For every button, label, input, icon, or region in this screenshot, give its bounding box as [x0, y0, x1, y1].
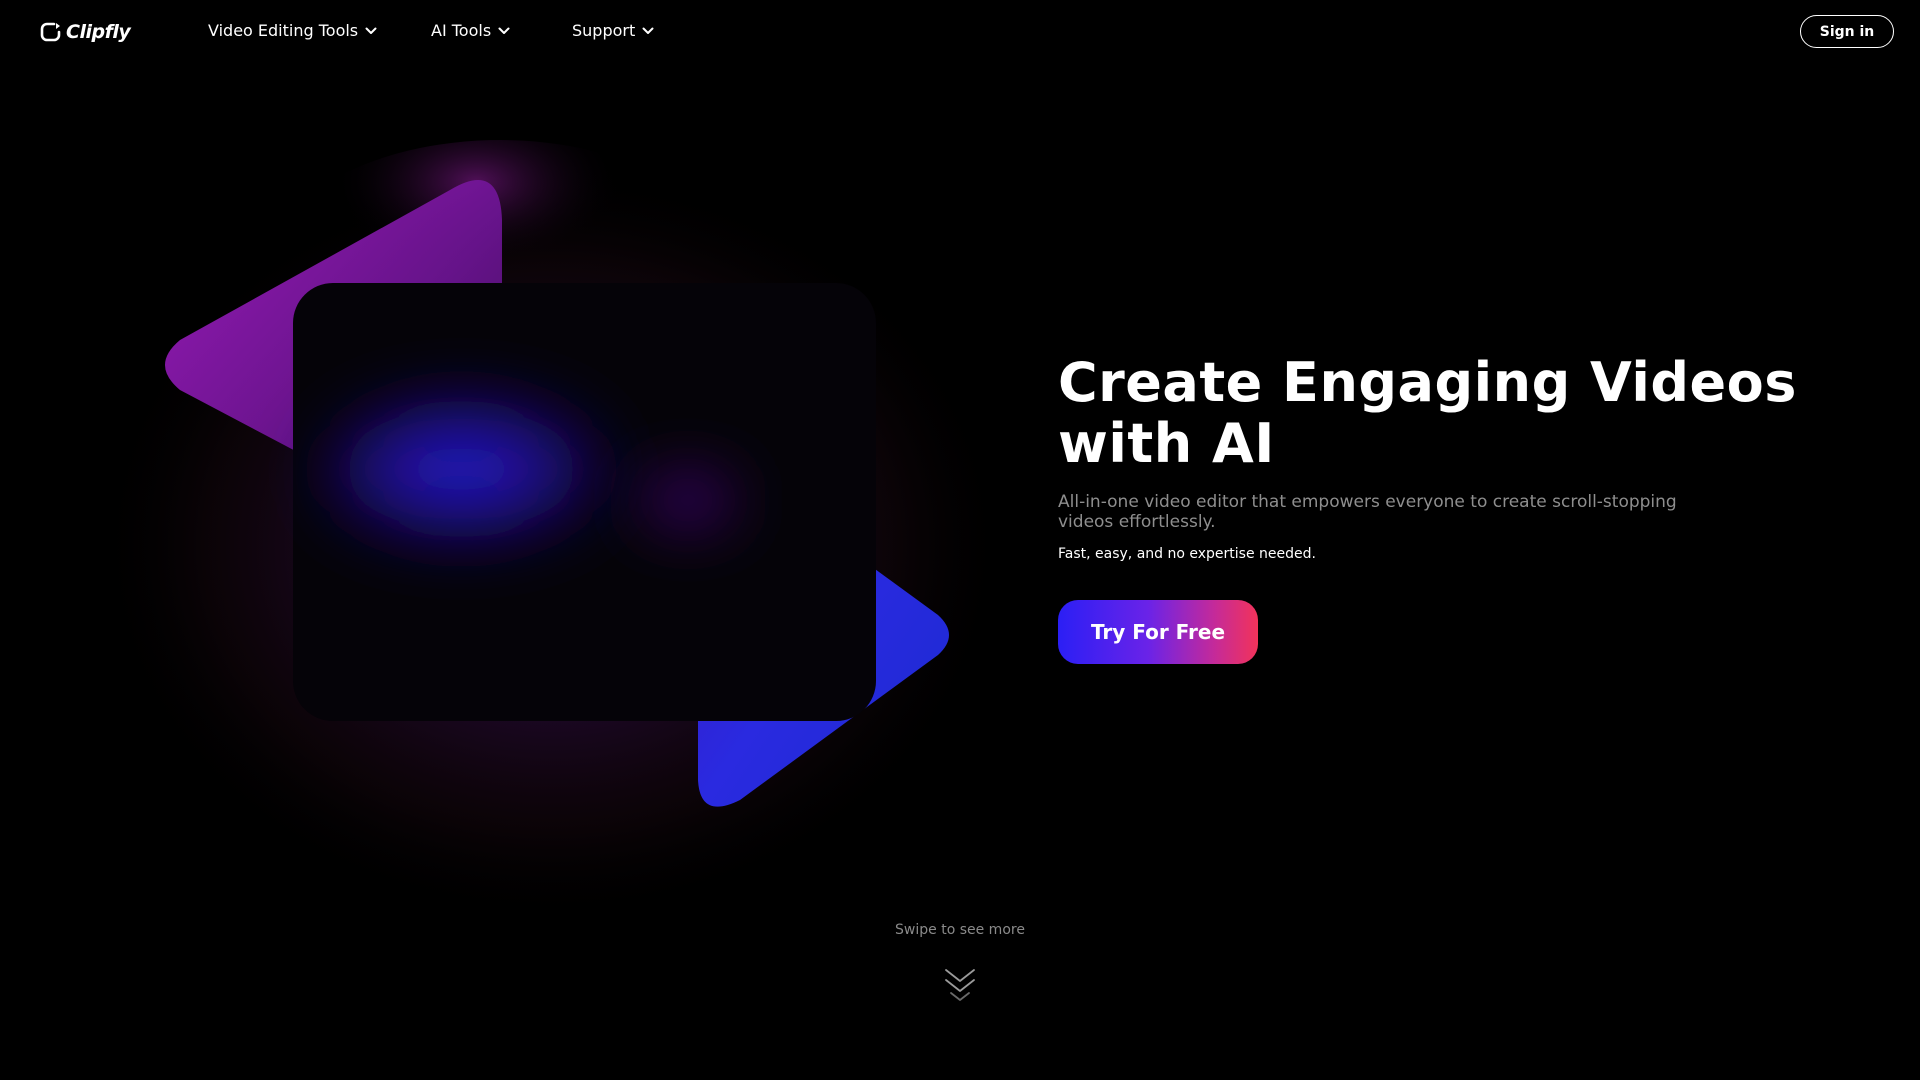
nav-ai-tools[interactable]: AI Tools	[431, 21, 510, 40]
chevron-down-icon	[498, 27, 510, 34]
swipe-hint-label: Swipe to see more	[895, 922, 1025, 938]
nav-label: AI Tools	[431, 21, 492, 40]
nav-label: Video Editing Tools	[208, 21, 359, 40]
hero-title-line-1: Create Engaging Videos	[1058, 351, 1797, 414]
top-nav: Clipfly Video Editing Tools AI Tools Sup…	[0, 0, 1920, 64]
hero-subtitle: All-in-one video editor that empowers ev…	[1058, 492, 1677, 532]
landing-page: Clipfly Video Editing Tools AI Tools Sup…	[0, 0, 1920, 1080]
hero-title: Create Engaging Videos with AI	[1058, 352, 1818, 474]
hero-illustration	[100, 140, 1040, 920]
chevron-down-icon	[642, 27, 654, 34]
nav-video-editing-tools[interactable]: Video Editing Tools	[208, 21, 377, 40]
nav-label: Support	[572, 21, 636, 40]
hero-title-line-2: with AI	[1058, 412, 1275, 475]
chevron-down-icon	[365, 27, 377, 34]
brand-logo[interactable]: Clipfly	[39, 20, 131, 44]
clipfly-logo-icon	[40, 22, 61, 42]
double-chevron-down-icon[interactable]	[944, 967, 976, 1005]
hero-note: Fast, easy, and no expertise needed.	[1058, 546, 1316, 562]
panel-purple-glow	[520, 420, 800, 580]
try-for-free-button[interactable]: Try For Free	[1058, 600, 1258, 664]
hero-graphic	[110, 140, 1030, 910]
sign-in-button[interactable]: Sign in	[1800, 15, 1894, 48]
nav-support[interactable]: Support	[572, 21, 654, 40]
brand-name: Clipfly	[66, 21, 131, 43]
